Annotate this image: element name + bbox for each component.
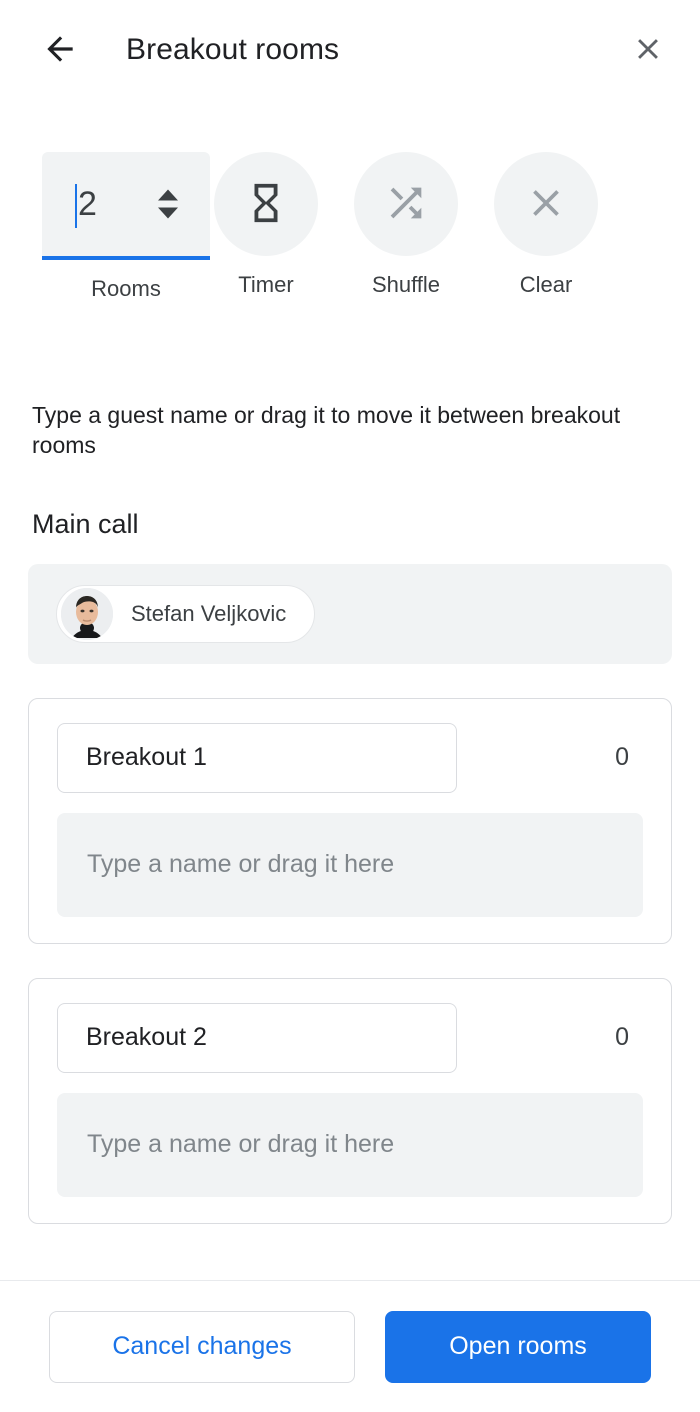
tool-rooms: 2 Rooms <box>42 152 210 301</box>
panel-footer: Cancel changes Open rooms <box>0 1280 700 1412</box>
tool-row: 2 Rooms Timer Shuffle Clear <box>42 100 700 301</box>
participant-chip[interactable]: Stefan Veljkovic <box>56 584 316 643</box>
shuffle-icon <box>383 180 429 229</box>
tool-shuffle: Shuffle <box>336 152 476 296</box>
room-dropzone[interactable]: Type a name or drag it here <box>57 812 643 917</box>
open-rooms-button[interactable]: Open rooms <box>385 1310 651 1383</box>
tool-label-clear: Clear <box>519 272 573 297</box>
rooms-count-value: 2 <box>78 185 97 223</box>
participant-name: Stefan Veljkovic <box>131 600 287 626</box>
tool-label-shuffle: Shuffle <box>371 272 441 297</box>
rooms-count-input[interactable]: 2 <box>42 152 210 260</box>
room-header: 0 <box>57 1002 643 1073</box>
page-title: Breakout rooms <box>126 33 340 66</box>
breakout-room-card: 0 Type a name or drag it here <box>28 697 672 944</box>
hourglass-icon <box>243 180 289 229</box>
tool-label-rooms: Rooms <box>91 276 161 301</box>
tool-clear: Clear <box>476 152 616 296</box>
room-participant-count: 0 <box>615 743 629 772</box>
breakout-room-card: 0 Type a name or drag it here <box>28 977 672 1224</box>
timer-button[interactable] <box>214 152 318 256</box>
room-dropzone[interactable]: Type a name or drag it here <box>57 1092 643 1197</box>
back-button[interactable] <box>36 26 84 74</box>
drag-hint-text: Type a guest name or drag it to move it … <box>32 402 621 459</box>
room-participant-count: 0 <box>615 1023 629 1052</box>
back-arrow-icon <box>41 30 79 71</box>
breakout-rooms-panel: Breakout rooms 2 Rooms Timer Shuffle Cle… <box>0 0 700 1412</box>
avatar <box>61 587 113 640</box>
main-call-dropzone[interactable]: Stefan Veljkovic <box>28 563 672 664</box>
room-name-input[interactable] <box>57 1002 457 1073</box>
rooms-stepper[interactable] <box>158 189 178 219</box>
close-x-icon <box>524 181 568 228</box>
close-button[interactable] <box>624 26 672 74</box>
stepper-up-icon[interactable] <box>158 189 178 201</box>
panel-body: Type a guest name or drag it to move it … <box>0 300 700 1280</box>
room-header: 0 <box>57 722 643 793</box>
panel-header: Breakout rooms <box>0 0 700 100</box>
stepper-down-icon[interactable] <box>158 207 178 219</box>
cancel-changes-button[interactable]: Cancel changes <box>49 1310 355 1383</box>
room-name-input[interactable] <box>57 722 457 793</box>
close-icon <box>631 32 665 69</box>
clear-button[interactable] <box>494 152 598 256</box>
main-call-heading: Main call <box>32 508 139 539</box>
tool-label-timer: Timer <box>238 272 294 297</box>
tool-timer: Timer <box>196 152 336 296</box>
shuffle-button[interactable] <box>354 152 458 256</box>
text-caret <box>75 184 77 228</box>
